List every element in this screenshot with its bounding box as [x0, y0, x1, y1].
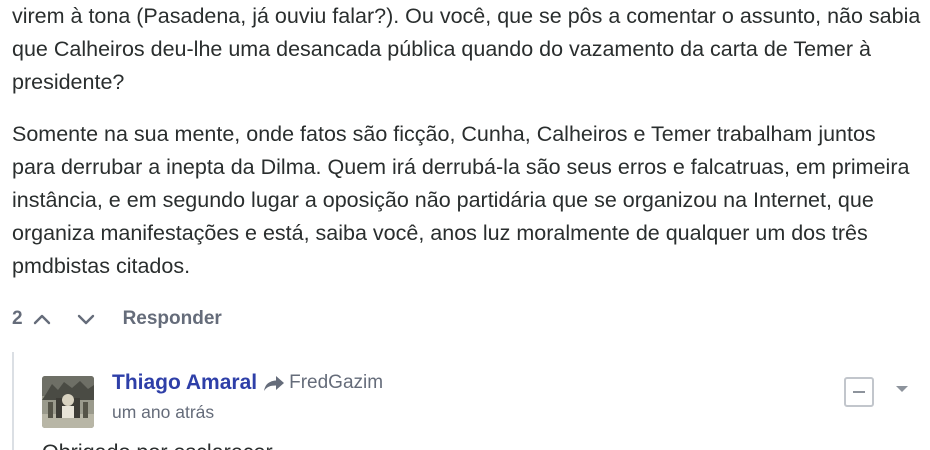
reply-text: Obrigado por esclarecer. [42, 436, 277, 450]
author-line: Thiago Amaral FredGazim [112, 371, 383, 395]
downvote-button[interactable] [73, 306, 99, 332]
reply-comment: Thiago Amaral FredGazim um ano atrás Obr… [12, 352, 922, 450]
reply-button[interactable]: Responder [123, 308, 222, 330]
chevron-down-icon [77, 314, 94, 325]
comment-body: virem à tona (Pasadena, já ouviu falar?)… [12, 0, 922, 283]
avatar[interactable] [42, 376, 94, 428]
comment-paragraph: virem à tona (Pasadena, já ouviu falar?)… [12, 4, 921, 94]
collapse-button[interactable] [844, 377, 874, 407]
comment-paragraph: Somente na sua mente, onde fatos são fic… [12, 122, 910, 278]
in-reply-to-link[interactable]: FredGazim [289, 372, 383, 394]
author-name[interactable]: Thiago Amaral [112, 371, 257, 395]
timestamp[interactable]: um ano atrás [112, 402, 214, 423]
chevron-up-icon [33, 314, 50, 325]
minus-icon [853, 391, 865, 393]
menu-caret-icon[interactable] [896, 386, 908, 392]
avatar-image [42, 376, 94, 428]
comment-footer: 2 Responder [12, 304, 222, 334]
upvote-button[interactable] [29, 306, 55, 332]
vote-count: 2 [12, 308, 23, 329]
share-arrow-icon [263, 374, 285, 392]
